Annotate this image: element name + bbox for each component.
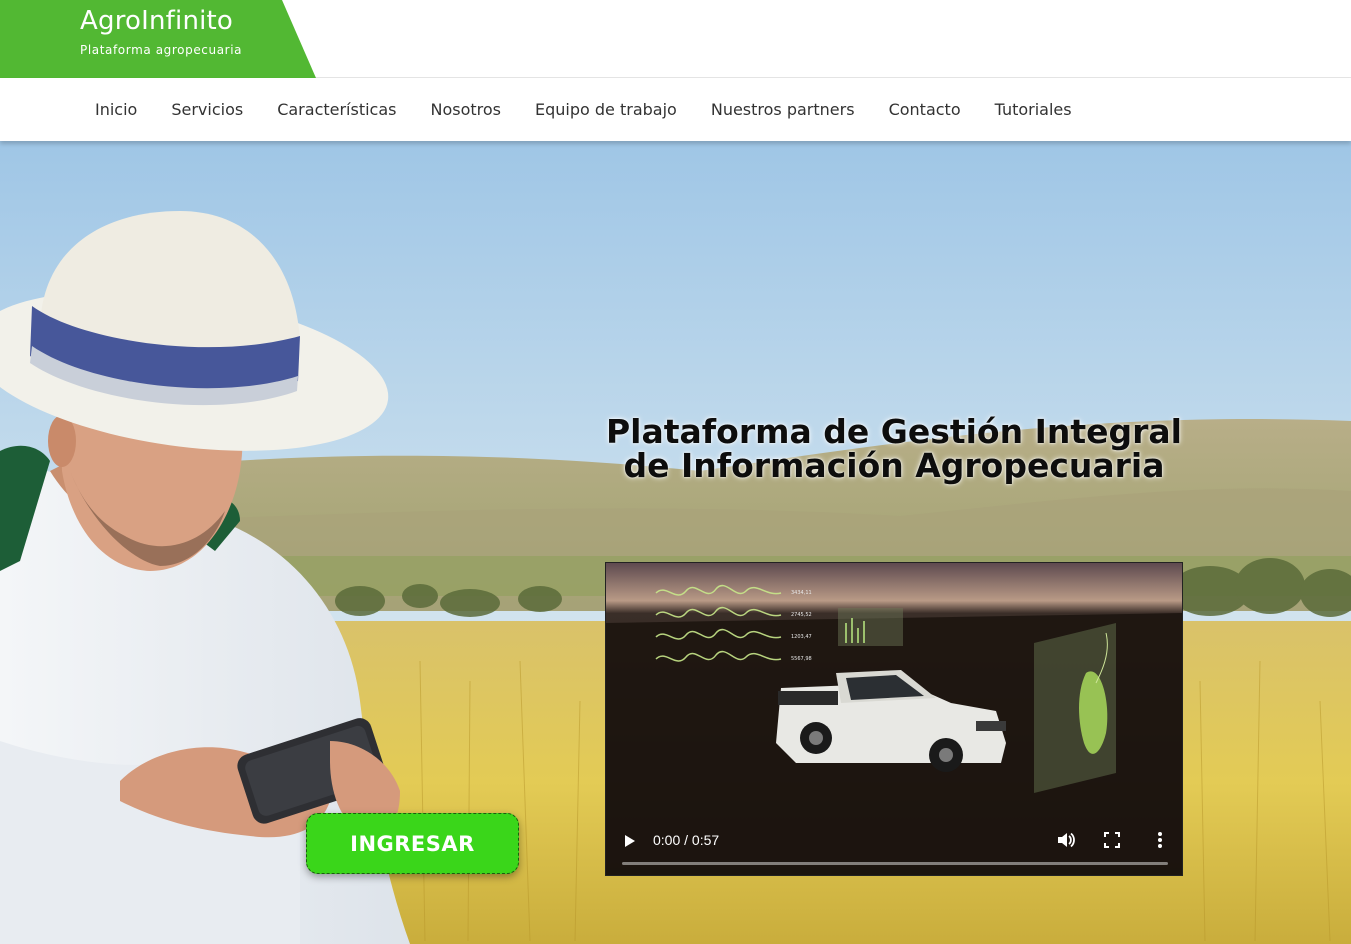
nav-item-partners[interactable]: Nuestros partners xyxy=(694,100,872,119)
svg-text:2745,52: 2745,52 xyxy=(791,612,812,618)
svg-text:5567,98: 5567,98 xyxy=(791,656,812,662)
main-nav: Inicio Servicios Características Nosotro… xyxy=(0,78,1351,141)
nav-item-caracteristicas[interactable]: Características xyxy=(260,100,413,119)
brand-subtitle: Plataforma agropecuaria xyxy=(80,43,243,57)
nav-item-tutoriales[interactable]: Tutoriales xyxy=(978,100,1089,119)
nav-item-equipo[interactable]: Equipo de trabajo xyxy=(518,100,694,119)
brand-logo[interactable]: AgroInfinito Plataforma agropecuaria xyxy=(0,0,316,78)
volume-icon[interactable] xyxy=(1056,830,1076,850)
video-controls: 0:00 / 0:57 xyxy=(606,815,1182,875)
hero-section: Plataforma de Gestión Integral de Inform… xyxy=(0,141,1351,944)
site-header: AgroInfinito Plataforma agropecuaria xyxy=(0,0,1351,78)
video-progress-bar[interactable] xyxy=(622,862,1168,865)
nav-item-inicio[interactable]: Inicio xyxy=(78,100,154,119)
video-time: 0:00 / 0:57 xyxy=(653,832,720,848)
brand-title: AgroInfinito xyxy=(80,6,234,36)
svg-text:1203,47: 1203,47 xyxy=(791,634,812,640)
play-icon[interactable] xyxy=(622,833,638,849)
nav-list: Inicio Servicios Características Nosotro… xyxy=(78,78,1089,141)
ingresar-button[interactable]: INGRESAR xyxy=(306,813,519,874)
nav-item-contacto[interactable]: Contacto xyxy=(872,100,978,119)
svg-text:3434,11: 3434,11 xyxy=(791,590,812,596)
fullscreen-icon[interactable] xyxy=(1103,831,1121,849)
more-vert-icon[interactable] xyxy=(1151,830,1169,850)
nav-item-nosotros[interactable]: Nosotros xyxy=(414,100,519,119)
hero-title: Plataforma de Gestión Integral de Inform… xyxy=(605,412,1182,485)
video-player[interactable]: 3434,11 2745,52 1203,47 5567,98 0:00 / 0… xyxy=(605,562,1183,876)
nav-item-servicios[interactable]: Servicios xyxy=(154,100,260,119)
